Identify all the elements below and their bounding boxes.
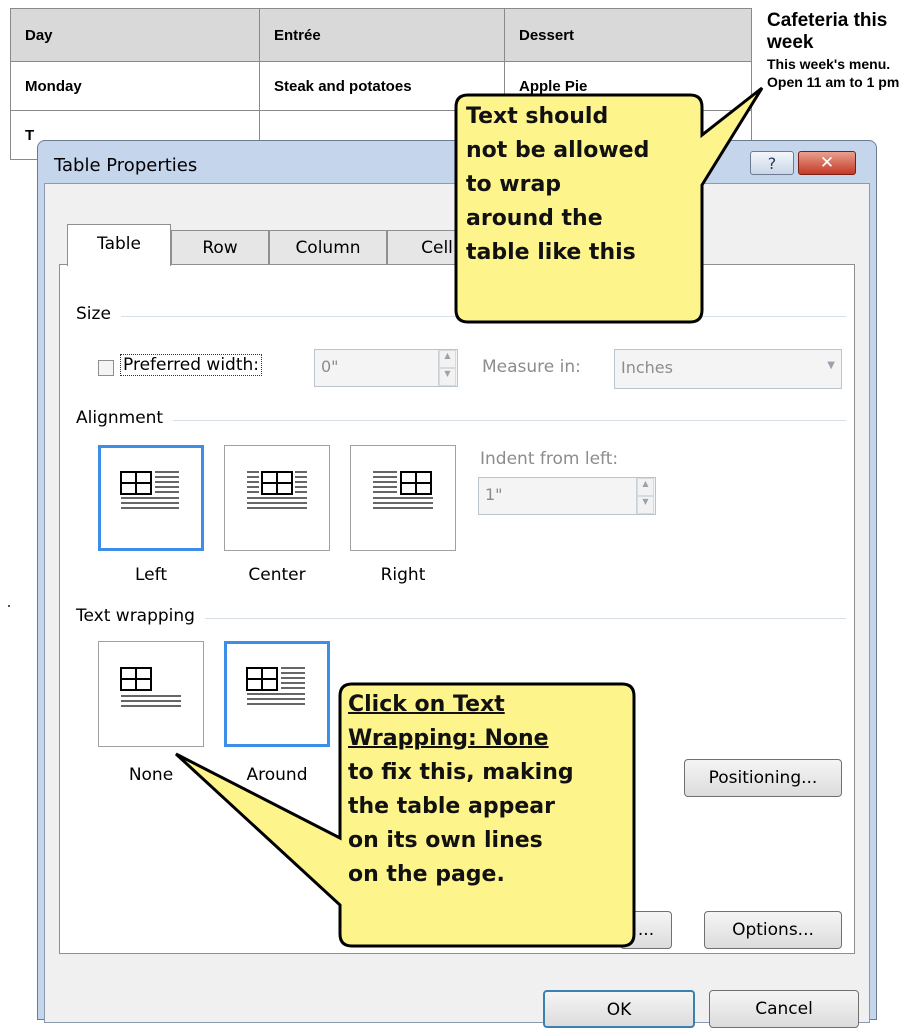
callout-top-text: Text should not be allowed to wrap aroun… [466, 100, 649, 270]
callout-bottom-text: Click on Text Wrapping: None to fix this… [348, 688, 574, 892]
tab-label: Table [97, 234, 141, 254]
callout-line: on its own lines [348, 828, 543, 853]
callout-line: not be allowed [466, 138, 650, 163]
callout-line: Wrapping: None [348, 726, 549, 751]
callout-line: Click on Text [348, 692, 505, 717]
callout-line: the table appear [348, 794, 555, 819]
callout-line: to fix this, making [348, 760, 574, 785]
tab-table[interactable]: Table [67, 224, 171, 266]
callout-line: on the page. [348, 862, 505, 887]
callout-line: table like this [466, 240, 636, 265]
callout-line: to wrap [466, 172, 562, 197]
callout-line: around the [466, 206, 603, 231]
callout-line: Text should [466, 104, 609, 129]
